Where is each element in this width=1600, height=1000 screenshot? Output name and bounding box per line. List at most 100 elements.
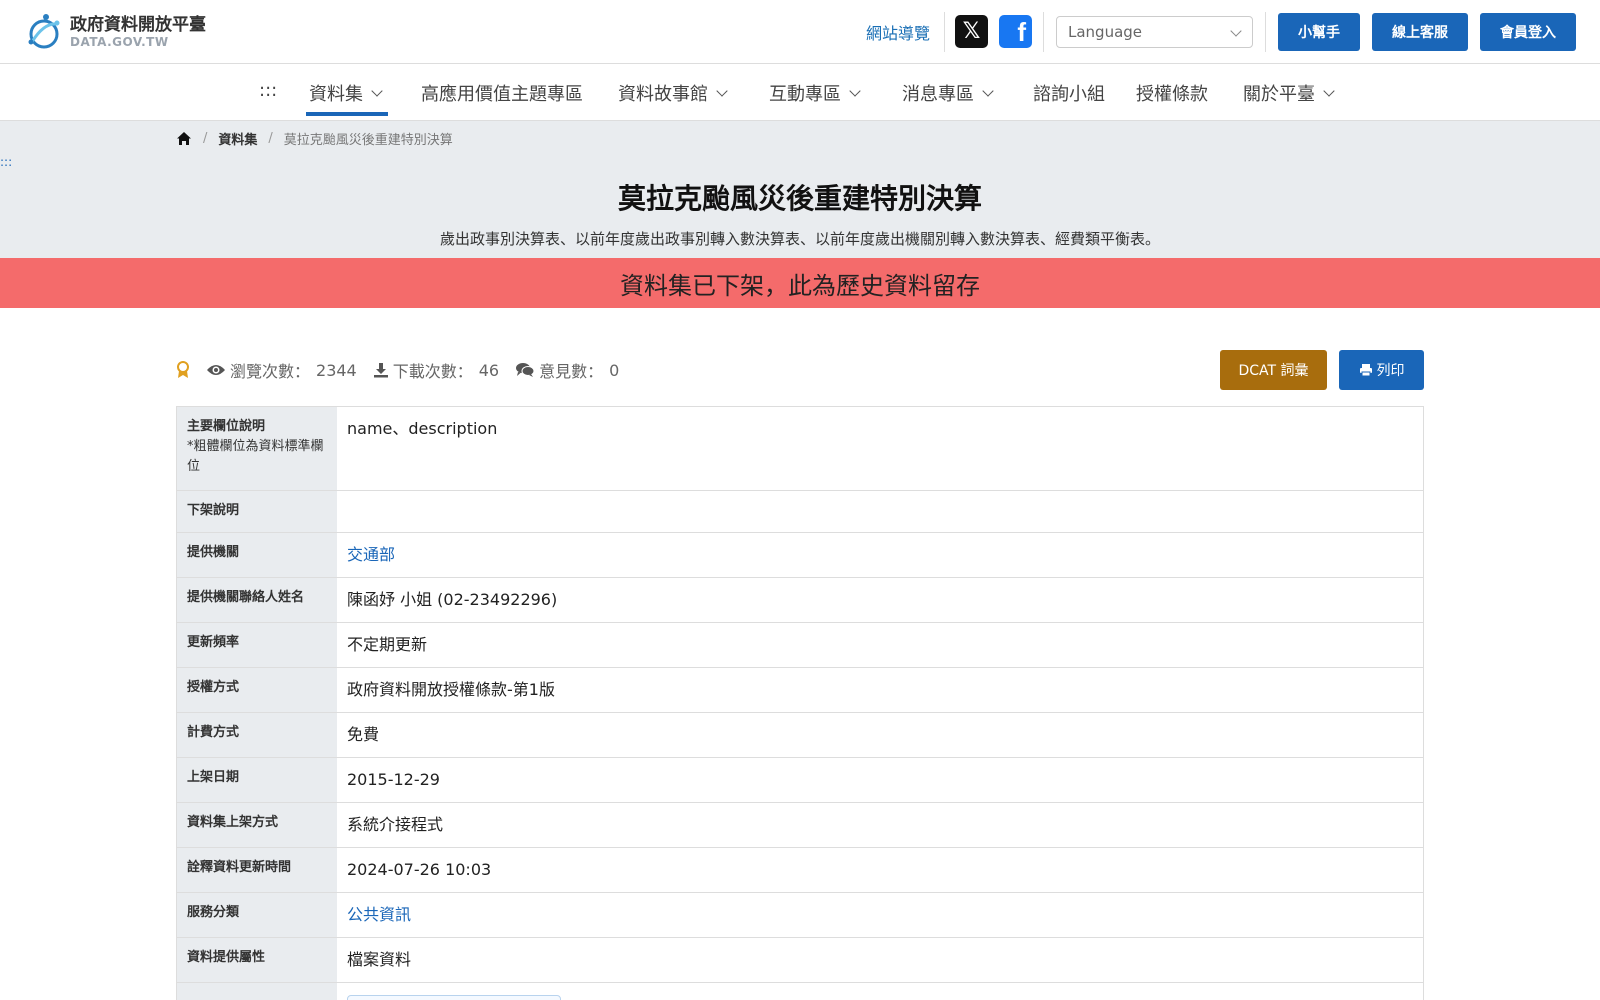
nav-item-high-value[interactable]: 高應用價值主題專區 (421, 80, 583, 106)
logo-title: 政府資料開放平臺 (70, 15, 206, 35)
nav-item-news[interactable]: 消息專區 (902, 80, 994, 106)
row-key: 下架說明 (177, 491, 337, 532)
row-value: 免費 (347, 725, 380, 744)
chevron-down-icon (849, 84, 861, 97)
nav-accesskey[interactable]: ::: (259, 80, 277, 101)
chevron-down-icon (371, 84, 383, 97)
row-key-note: *粗體欄位為資料標準欄位 (187, 439, 324, 474)
nav-label: 高應用價值主題專區 (421, 84, 583, 105)
nav-item-license[interactable]: 授權條款 (1136, 80, 1208, 106)
nav-item-about[interactable]: 關於平臺 (1243, 80, 1335, 106)
table-row: 詮釋資料更新時間 2024-07-26 10:03 (177, 848, 1423, 893)
downloads-count: 46 (478, 360, 500, 380)
row-value: 2024-07-26 10:03 (347, 860, 492, 879)
row-value (337, 983, 1423, 1000)
sitemap-link[interactable]: 網站導覽 (866, 20, 930, 44)
logo-subtitle: DATA.GOV.TW (70, 35, 169, 49)
home-icon[interactable] (176, 131, 192, 146)
nav-label: 諮詢小組 (1033, 84, 1105, 105)
row-value: 政府資料開放授權條款-第1版 (347, 680, 555, 699)
row-value: 系統介接程式 (347, 815, 444, 834)
delisted-alert: 資料集已下架，此為歷史資料留存 (0, 258, 1600, 308)
row-key: 更新頻率 (177, 623, 337, 667)
nav-label: 資料故事館 (618, 84, 708, 105)
partial-button[interactable] (347, 995, 561, 1000)
award-icon (177, 361, 189, 378)
nav-label: 授權條款 (1136, 84, 1208, 105)
logo-icon (28, 14, 60, 49)
nav-label: 消息專區 (902, 84, 974, 105)
row-key: 資料集上架方式 (177, 803, 337, 847)
views-label: 瀏覽次數： (230, 362, 311, 381)
online-service-button[interactable]: 線上客服 (1372, 13, 1468, 51)
helper-button[interactable]: 小幫手 (1278, 13, 1360, 51)
row-value: 2015-12-29 (347, 770, 440, 789)
print-button[interactable]: 列印 (1339, 350, 1424, 390)
nav-item-advisory[interactable]: 諮詢小組 (1033, 80, 1105, 106)
site-logo[interactable]: 政府資料開放平臺 DATA.GOV.TW (24, 12, 206, 52)
breadcrumb-separator: / (268, 131, 273, 146)
table-row: 計費方式 免費 (177, 713, 1423, 758)
breadcrumb-datasets[interactable]: 資料集 (218, 129, 257, 148)
row-key: 提供機關聯絡人姓名 (177, 578, 337, 622)
comments-label: 意見數： (539, 362, 604, 381)
breadcrumb-current: 莫拉克颱風災後重建特別決算 (283, 133, 453, 148)
site-header: 政府資料開放平臺 DATA.GOV.TW 網站導覽 𝕏 f Language 小… (0, 0, 1600, 64)
views-count: 2344 (316, 360, 357, 380)
breadcrumb: / 資料集 / 莫拉克颱風災後重建特別決算 (176, 129, 453, 148)
language-select[interactable]: Language (1056, 16, 1253, 48)
member-login-button[interactable]: 會員登入 (1480, 13, 1576, 51)
table-row: 服務分類 公共資訊 (177, 893, 1423, 938)
row-value: name、description (347, 419, 498, 438)
row-key: 主要欄位說明 *粗體欄位為資料標準欄位 (177, 407, 337, 490)
chevron-down-icon (1323, 84, 1335, 97)
row-value: 交通部 (337, 533, 1423, 577)
printer-icon (1359, 364, 1372, 377)
nav-active-indicator (306, 112, 388, 116)
downloads-label: 下載次數： (392, 362, 473, 381)
row-key: 資料提供屬性 (177, 938, 337, 982)
chevron-down-icon (982, 84, 994, 97)
table-row: 資料集上架方式 系統介接程式 (177, 803, 1423, 848)
table-row: 提供機關聯絡人姓名 陳函妤 小姐 (02-23492296) (177, 578, 1423, 623)
breadcrumb-separator: / (203, 131, 208, 146)
chevron-down-icon (1230, 25, 1242, 37)
badge (176, 361, 190, 379)
table-row: 資料提供屬性 檔案資料 (177, 938, 1423, 983)
service-category-link[interactable]: 公共資訊 (347, 905, 411, 924)
agency-link[interactable]: 交通部 (347, 545, 395, 564)
header-divider (1043, 12, 1044, 52)
comments-stat: 意見數： 0 (515, 358, 619, 382)
table-row (177, 983, 1423, 1000)
row-value: 檔案資料 (347, 950, 412, 969)
row-value: 公共資訊 (337, 893, 1423, 937)
table-row: 更新頻率 不定期更新 (177, 623, 1423, 668)
nav-item-datasets[interactable]: 資料集 (309, 80, 383, 106)
table-row: 提供機關 交通部 (177, 533, 1423, 578)
metadata-table: 主要欄位說明 *粗體欄位為資料標準欄位 name、description 下架說明… (176, 406, 1424, 1000)
row-value: 陳函妤 小姐 (02-23492296) (347, 590, 558, 609)
page-title: 莫拉克颱風災後重建特別決算 (617, 182, 982, 215)
x-twitter-icon[interactable]: 𝕏 (955, 15, 988, 48)
table-row: 授權方式 政府資料開放授權條款-第1版 (177, 668, 1423, 713)
content-accesskey[interactable]: ::: (0, 155, 12, 169)
nav-item-interactive[interactable]: 互動專區 (769, 80, 861, 106)
nav-label: 互動專區 (769, 84, 841, 105)
nav-item-stories[interactable]: 資料故事館 (618, 80, 728, 106)
row-key: 授權方式 (177, 668, 337, 712)
views-stat: 瀏覽次數： 2344 (206, 358, 357, 382)
downloads-stat: 下載次數： 46 (373, 358, 499, 382)
dcat-button[interactable]: DCAT 詞彙 (1220, 350, 1327, 390)
row-value: 不定期更新 (347, 635, 428, 654)
row-key: 詮釋資料更新時間 (177, 848, 337, 892)
row-key-label: 主要欄位說明 (187, 419, 266, 434)
facebook-icon[interactable]: f (999, 15, 1032, 48)
print-label: 列印 (1376, 363, 1405, 379)
dataset-stats: 瀏覽次數： 2344 下載次數： 46 意見數： 0 (176, 358, 635, 382)
nav-label: 關於平臺 (1243, 84, 1315, 105)
dataset-description: 歲出政事別決算表、以前年度歲出政事別轉入數決算表、以前年度歲出機關別轉入數決算表… (439, 230, 1160, 248)
table-row: 主要欄位說明 *粗體欄位為資料標準欄位 name、description (177, 407, 1423, 491)
header-divider (1265, 12, 1266, 52)
table-row: 上架日期 2015-12-29 (177, 758, 1423, 803)
comments-count: 0 (609, 360, 620, 380)
